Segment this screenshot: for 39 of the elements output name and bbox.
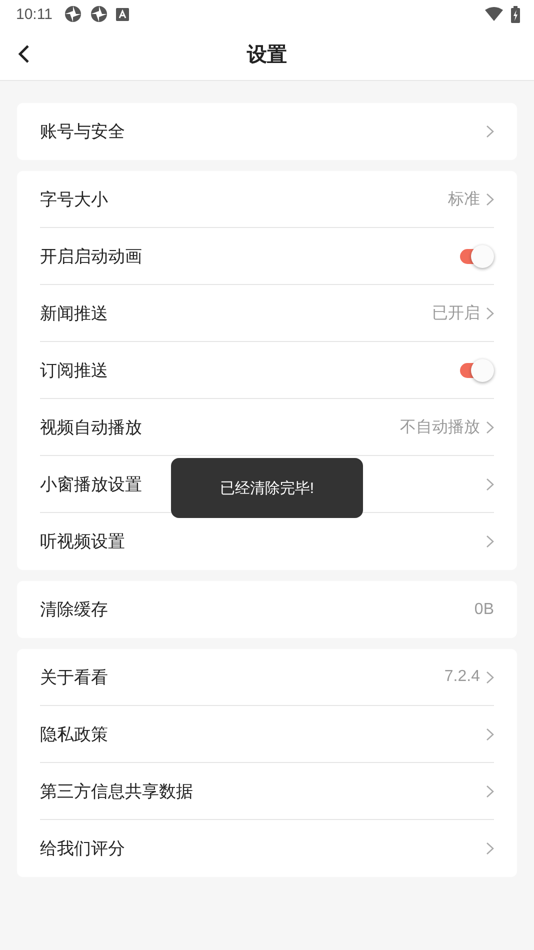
chevron-icon[interactable] [486, 670, 494, 684]
toggle-switch[interactable] [458, 358, 494, 382]
notification-icon [116, 8, 130, 20]
toast-message: 已经清除完毕! [220, 478, 314, 498]
setting-value: 7.2.4 [444, 668, 480, 686]
chevron-icon[interactable] [486, 192, 494, 206]
chevron-icon[interactable] [486, 420, 494, 434]
chevron-icon[interactable] [486, 478, 494, 490]
setting-label: 账号与安全 [40, 121, 125, 143]
setting-label: 视频自动播放 [40, 416, 142, 438]
setting-label: 听视频设置 [40, 531, 125, 553]
setting-label: 隐私政策 [40, 724, 108, 746]
chevron-icon[interactable] [486, 784, 494, 798]
chevron-icon[interactable] [486, 728, 494, 740]
page-title: 设置 [247, 42, 287, 68]
setting-label: 小窗播放设置 [40, 474, 142, 496]
setting-value: 0B [474, 600, 494, 618]
setting-value: 不自动播放 [400, 418, 480, 438]
chevron-icon[interactable] [486, 535, 494, 548]
setting-label: 新闻推送 [40, 302, 108, 324]
chevron-icon[interactable] [486, 306, 494, 320]
chevron-icon[interactable] [486, 125, 494, 138]
aperture-icon [90, 5, 108, 23]
setting-value: 已开启 [432, 304, 480, 324]
setting-label: 字号大小 [40, 188, 108, 210]
setting-label: 给我们评分 [40, 838, 125, 860]
clock-time: 10:11 [16, 6, 52, 22]
setting-label: 订阅推送 [40, 360, 108, 382]
battery-icon [511, 6, 520, 22]
setting-label: 第三方信息共享数据 [40, 780, 193, 802]
setting-label: 清除缓存 [40, 599, 108, 621]
setting-label: 关于看看 [40, 666, 108, 688]
setting-label: 开启启动动画 [40, 246, 142, 268]
chevron-left-icon[interactable] [18, 44, 30, 64]
aperture-icon [64, 5, 82, 23]
setting-value: 标准 [448, 190, 480, 210]
wifi-icon [485, 7, 503, 21]
toggle-switch[interactable] [458, 244, 494, 268]
chevron-icon[interactable] [486, 842, 494, 855]
